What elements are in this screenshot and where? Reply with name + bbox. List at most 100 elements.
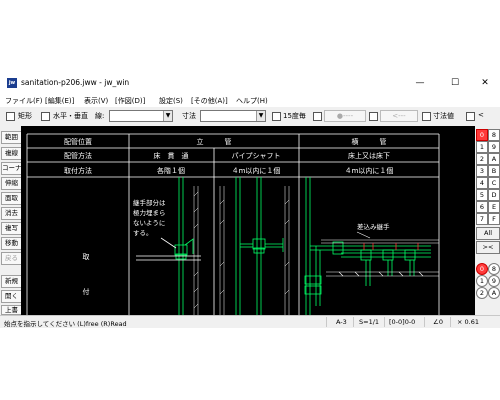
hv-checkbox[interactable] (41, 112, 50, 121)
toolbar: 矩形 水平・垂直 線: ▼ 寸法 ▼ 15度毎 ●---- <--- 寸法値 < (0, 107, 500, 127)
layer-group-e[interactable]: E (488, 201, 500, 213)
layer-group-d[interactable]: D (488, 189, 500, 201)
menu-help[interactable]: ヘルプ(H) (236, 96, 268, 106)
hatch-column-1 (193, 186, 199, 315)
tool-open[interactable]: 開く (1, 290, 22, 303)
type-label: 線: (95, 112, 105, 120)
menu-bar: ファイル(F) [編集(E)] 表示(V) [作図(D)] 設定(S) [その他… (0, 93, 500, 107)
status-layer[interactable]: [0-0]0-0 (389, 318, 415, 326)
cad-drawing: 配管位置 立 管 横 管 配管方法 床 貫 通 パイプシャフト 床上又は床下 取… (26, 133, 440, 315)
minimize-button[interactable]: — (405, 73, 435, 93)
cell-every-4m-h: ４m以内に１個 (345, 166, 394, 175)
tool-copy[interactable]: 複写 (1, 222, 22, 235)
layer-group-7[interactable]: 7 (476, 213, 488, 225)
menu-view[interactable]: 表示(V) (84, 96, 108, 106)
layer-group-a[interactable]: A (488, 153, 500, 165)
layer-a[interactable]: A (488, 287, 500, 299)
arrow-checkbox[interactable] (369, 112, 378, 121)
dimension-combo[interactable]: ▼ (200, 110, 266, 122)
layer-group-8[interactable]: 8 (488, 129, 500, 141)
status-bar: 始点を指示してください (L)free (R)Read A-3 S=1/1 [0… (0, 315, 500, 328)
status-zoom[interactable]: × 0.61 (457, 318, 479, 326)
status-divider (450, 317, 451, 327)
layer-group-2[interactable]: 2 (476, 153, 488, 165)
hv-label: 水平・垂直 (53, 112, 88, 120)
left-tool-palette: 範囲 複線 コーナー 伸縮 面取 消去 複写 移動 戻る 新規 開く 上書 (0, 126, 22, 315)
tool-corner[interactable]: コーナー (1, 162, 22, 175)
layer-group-6[interactable]: 6 (476, 201, 488, 213)
tool-move[interactable]: 移動 (1, 237, 22, 250)
dot-checkbox[interactable] (313, 112, 322, 121)
cell-floor-penetration: 床 貫 通 (154, 151, 189, 160)
menu-settings[interactable]: 設定(S) (159, 96, 183, 106)
rect-label: 矩形 (18, 112, 32, 120)
application-window: jw sanitation-p206.jww - jw_win — ☐ ✕ ファ… (0, 73, 500, 328)
status-paper-size[interactable]: A-3 (336, 318, 347, 326)
layer-8[interactable]: 8 (488, 263, 500, 275)
header-position: 配管位置 (64, 137, 92, 146)
menu-file[interactable]: ファイル(F) (5, 96, 43, 106)
dimval-label: 寸法値 (433, 112, 454, 120)
note-line-3: ないように (133, 219, 165, 227)
tool-save[interactable]: 上書 (1, 305, 22, 315)
tool-erase[interactable]: 消去 (1, 207, 22, 220)
chevron-down-icon: ▼ (163, 111, 172, 121)
layer-group-3[interactable]: 3 (476, 165, 488, 177)
layer-9[interactable]: 9 (488, 275, 500, 287)
layer-group-0[interactable]: 0 (476, 129, 488, 141)
cell-pipe-shaft: パイプシャフト (232, 152, 281, 160)
layer-group-b[interactable]: B (488, 165, 500, 177)
status-divider (424, 317, 425, 327)
layer-group-5[interactable]: 5 (476, 189, 488, 201)
layer-2[interactable]: 2 (476, 287, 488, 299)
lt-checkbox[interactable] (466, 112, 475, 121)
header-vertical-pipe: 立 管 (197, 137, 232, 146)
dimval-checkbox[interactable] (422, 112, 431, 121)
menu-draw[interactable]: [作図(D)] (115, 96, 145, 106)
layer-group-1[interactable]: 1 (476, 141, 488, 153)
drawing-canvas[interactable]: 配管位置 立 管 横 管 配管方法 床 貫 通 パイプシャフト 床上又は床下 取… (21, 126, 475, 315)
status-divider (384, 317, 385, 327)
note-line-1: 継手部分は (133, 198, 166, 207)
deg15-label: 15度毎 (283, 112, 306, 120)
rect-checkbox[interactable] (6, 112, 15, 121)
deg15-checkbox[interactable] (272, 112, 281, 121)
layer-0[interactable]: 0 (476, 263, 488, 275)
vertical-pipe-shaft (235, 177, 284, 315)
header-method: 配管方法 (64, 151, 92, 160)
close-button[interactable]: ✕ (470, 73, 500, 93)
layer-group-c[interactable]: C (488, 177, 500, 189)
annotation-socket-joint: 差込み継手 (357, 222, 390, 231)
header-mounting: 取付方法 (64, 166, 92, 175)
layer-group-f[interactable]: F (488, 213, 500, 225)
tool-chamfer[interactable]: 面取 (1, 192, 22, 205)
side-label-2: 付 (83, 287, 90, 296)
maximize-button[interactable]: ☐ (440, 73, 470, 93)
vertical-pipe-floor (136, 177, 201, 315)
layer-1[interactable]: 1 (476, 275, 488, 287)
tool-undo[interactable]: 戻る (1, 252, 22, 265)
tool-offset[interactable]: 複線 (1, 147, 22, 160)
lt-label: < (478, 111, 484, 119)
horizontal-pipe (304, 177, 431, 315)
status-divider (353, 317, 354, 327)
side-label-1: 取 (83, 253, 90, 261)
tool-new[interactable]: 新規 (1, 275, 22, 288)
menu-other[interactable]: [その他(A)] (191, 96, 228, 106)
tool-range[interactable]: 範囲 (1, 131, 22, 144)
swap-layers-button[interactable]: >< (476, 241, 500, 254)
arrow-button[interactable]: <--- (380, 110, 418, 122)
window-title: sanitation-p206.jww - jw_win (21, 78, 130, 87)
menu-edit[interactable]: [編集(E)] (45, 96, 74, 106)
layer-group-9[interactable]: 9 (488, 141, 500, 153)
point-combo[interactable]: ●---- (324, 110, 366, 122)
tool-extend[interactable]: 伸縮 (1, 177, 22, 190)
layer-group-4[interactable]: 4 (476, 177, 488, 189)
status-scale[interactable]: S=1/1 (359, 318, 379, 326)
line-type-combo[interactable]: ▼ (109, 110, 173, 122)
status-angle[interactable]: ∠0 (433, 318, 443, 326)
all-layers-button[interactable]: All (476, 227, 500, 240)
note-line-4: する。 (133, 229, 153, 237)
shaft-walls (219, 186, 290, 315)
status-message: 始点を指示してください (L)free (R)Read (4, 320, 127, 328)
